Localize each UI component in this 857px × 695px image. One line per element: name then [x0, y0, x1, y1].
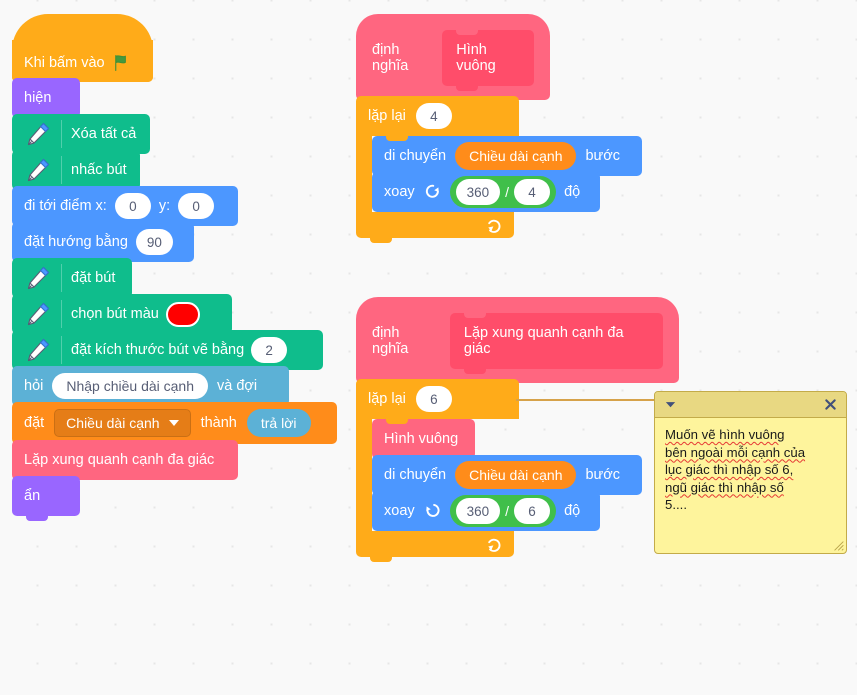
- turn-counterclockwise-icon: [425, 503, 440, 517]
- goto-y-label: y:: [158, 197, 171, 214]
- move-unit-square: bước: [585, 147, 621, 164]
- turn-unit-square: độ: [564, 183, 581, 200]
- when-flag-clicked-label: Khi bấm vào: [24, 55, 105, 71]
- repeat-6-footer: [356, 531, 514, 562]
- comment-header[interactable]: [655, 392, 846, 418]
- green-flag-icon: [114, 55, 126, 72]
- repeat-4-label: lặp lại: [368, 108, 406, 124]
- comment-box[interactable]: Muốn vẽ hình vuông bên ngoài mỗi cạnh củ…: [654, 391, 847, 554]
- call-polygon-label: Lặp xung quanh cạnh đa giác: [24, 451, 215, 468]
- scratch-workspace-canvas[interactable]: Khi bấm vào hiện Xóa tất cả nhấc bút đi …: [0, 0, 857, 695]
- hide-block[interactable]: ẩn: [12, 476, 80, 521]
- definition-polygon-stack[interactable]: định nghĩa Lặp xung quanh cạnh đa giác l…: [356, 297, 679, 562]
- repeat-6-input[interactable]: 6: [415, 386, 452, 412]
- repeat-6-header[interactable]: lặp lại 6: [356, 379, 519, 424]
- move-variable-label-polygon: Chiều dài cạnh: [469, 467, 563, 483]
- chevron-down-icon[interactable]: [664, 398, 677, 411]
- repeat-4-block[interactable]: lặp lại 4 di chuyển Chiều dài cạnh bước …: [356, 96, 642, 243]
- variable-dropdown[interactable]: Chiều dài cạnh: [54, 409, 191, 437]
- comment-line-3: lục giác thì nhập số 6,: [665, 462, 794, 477]
- when-flag-clicked-hat-block[interactable]: Khi bấm vào: [12, 14, 153, 87]
- variable-dropdown-value: Chiều dài cạnh: [66, 415, 160, 431]
- pen-down-label: đặt bút: [71, 269, 116, 286]
- set-variable-block[interactable]: đặt Chiều dài cạnh thành trả lời: [12, 402, 337, 449]
- goto-y-input[interactable]: 0: [178, 193, 215, 219]
- turn-right-block-square[interactable]: xoay 360 / 4 độ: [372, 172, 600, 217]
- division-symbol-square: /: [505, 184, 510, 200]
- definition-square-stack[interactable]: định nghĩa Hình vuông lặp lại 4 di chuyể…: [356, 14, 642, 243]
- ask-and-wait-block[interactable]: hỏi Nhập chiều dài cạnh và đợi: [12, 366, 289, 411]
- repeat-4-input[interactable]: 4: [415, 103, 452, 129]
- square-prototype-block[interactable]: Hình vuông: [442, 30, 534, 91]
- point-direction-input[interactable]: 90: [135, 229, 173, 255]
- polygon-prototype-label: Lặp xung quanh cạnh đa giác: [463, 325, 624, 357]
- set-variable-label-mid: thành: [200, 414, 237, 431]
- division-denominator-polygon[interactable]: 6: [514, 498, 551, 524]
- division-operator-polygon[interactable]: 360 / 6: [449, 495, 557, 527]
- define-polygon-keyword: định nghĩa: [372, 325, 409, 357]
- move-variable-reporter-square[interactable]: Chiều dài cạnh: [455, 142, 577, 170]
- repeat-6-block[interactable]: lặp lại 6 Hình vuông di chuyển Chiều dài…: [356, 379, 679, 562]
- chevron-down-icon: [168, 420, 179, 426]
- loop-arrow-icon: [488, 219, 501, 233]
- division-operator-square[interactable]: 360 / 4: [449, 176, 557, 208]
- define-square-hat[interactable]: định nghĩa Hình vuông: [356, 14, 642, 105]
- comment-line-4: ngũ giác thì nhập số: [665, 479, 784, 495]
- comment-line-1: Muốn vẽ hình vuông: [665, 427, 785, 442]
- call-square-label: Hình vuông: [384, 430, 459, 447]
- move-label-polygon: di chuyển: [384, 466, 447, 483]
- repeat-4-header[interactable]: lặp lại 4: [356, 96, 519, 141]
- turn-label-square: xoay: [384, 183, 415, 200]
- loop-arrow-icon: [488, 538, 501, 552]
- division-symbol-polygon: /: [505, 503, 510, 519]
- set-variable-label-prefix: đặt: [24, 414, 45, 431]
- comment-text[interactable]: Muốn vẽ hình vuông bên ngoài mỗi cạnh củ…: [655, 418, 846, 514]
- pen-color-swatch[interactable]: [165, 301, 200, 327]
- move-label-square: di chuyển: [384, 147, 447, 164]
- ask-label-prefix: hỏi: [24, 377, 44, 394]
- pen-size-input[interactable]: 2: [251, 337, 288, 363]
- set-pen-size-label: đặt kích thước bút vẽ bằng: [71, 341, 245, 358]
- ask-label-suffix: và đợi: [217, 377, 258, 394]
- goto-x-input[interactable]: 0: [114, 193, 151, 219]
- answer-reporter[interactable]: trả lời: [246, 409, 311, 437]
- turn-unit-polygon: độ: [564, 502, 581, 519]
- turn-left-block-polygon[interactable]: xoay 360 / 6 độ: [372, 491, 600, 536]
- comment-connector-line: [516, 399, 654, 401]
- division-numerator-polygon[interactable]: 360: [455, 498, 501, 524]
- main-script-stack[interactable]: Khi bấm vào hiện Xóa tất cả nhấc bút đi …: [12, 14, 337, 521]
- move-steps-block-polygon[interactable]: di chuyển Chiều dài cạnh bước: [372, 455, 642, 500]
- comment-line-5: 5....: [665, 497, 687, 512]
- show-label: hiện: [24, 89, 52, 106]
- ask-question-input[interactable]: Nhập chiều dài cạnh: [52, 373, 209, 399]
- point-direction-label: đặt hướng bằng: [24, 233, 128, 250]
- define-square-keyword: định nghĩa: [372, 42, 409, 74]
- define-polygon-hat[interactable]: định nghĩa Lặp xung quanh cạnh đa giác: [356, 297, 679, 388]
- set-pen-size-block[interactable]: đặt kích thước bút vẽ bằng 2: [12, 330, 323, 375]
- repeat-6-label: lặp lại: [368, 391, 406, 407]
- turn-clockwise-icon: [425, 184, 439, 198]
- square-prototype-label: Hình vuông: [456, 42, 496, 74]
- pen-up-label: nhấc bút: [71, 161, 127, 178]
- goto-x-label: đi tới điểm x:: [24, 197, 107, 214]
- division-numerator-square[interactable]: 360: [455, 179, 501, 205]
- turn-label-polygon: xoay: [384, 502, 415, 519]
- comment-line-2: bên ngoài mỗi cạnh của: [665, 444, 806, 460]
- repeat-4-footer: [356, 212, 514, 243]
- hide-label: ẩn: [24, 487, 41, 504]
- comment-resize-handle[interactable]: [833, 540, 844, 551]
- set-pen-color-label: chọn bút màu: [71, 305, 159, 322]
- erase-all-label: Xóa tất cả: [71, 125, 137, 142]
- division-denominator-square[interactable]: 4: [514, 179, 551, 205]
- move-unit-polygon: bước: [585, 466, 621, 483]
- polygon-prototype-block[interactable]: Lặp xung quanh cạnh đa giác: [449, 313, 663, 374]
- move-variable-label-square: Chiều dài cạnh: [469, 148, 563, 164]
- close-icon[interactable]: [824, 398, 837, 411]
- move-steps-block-square[interactable]: di chuyển Chiều dài cạnh bước: [372, 136, 642, 181]
- answer-reporter-label: trả lời: [260, 415, 297, 431]
- move-variable-reporter-polygon[interactable]: Chiều dài cạnh: [455, 461, 577, 489]
